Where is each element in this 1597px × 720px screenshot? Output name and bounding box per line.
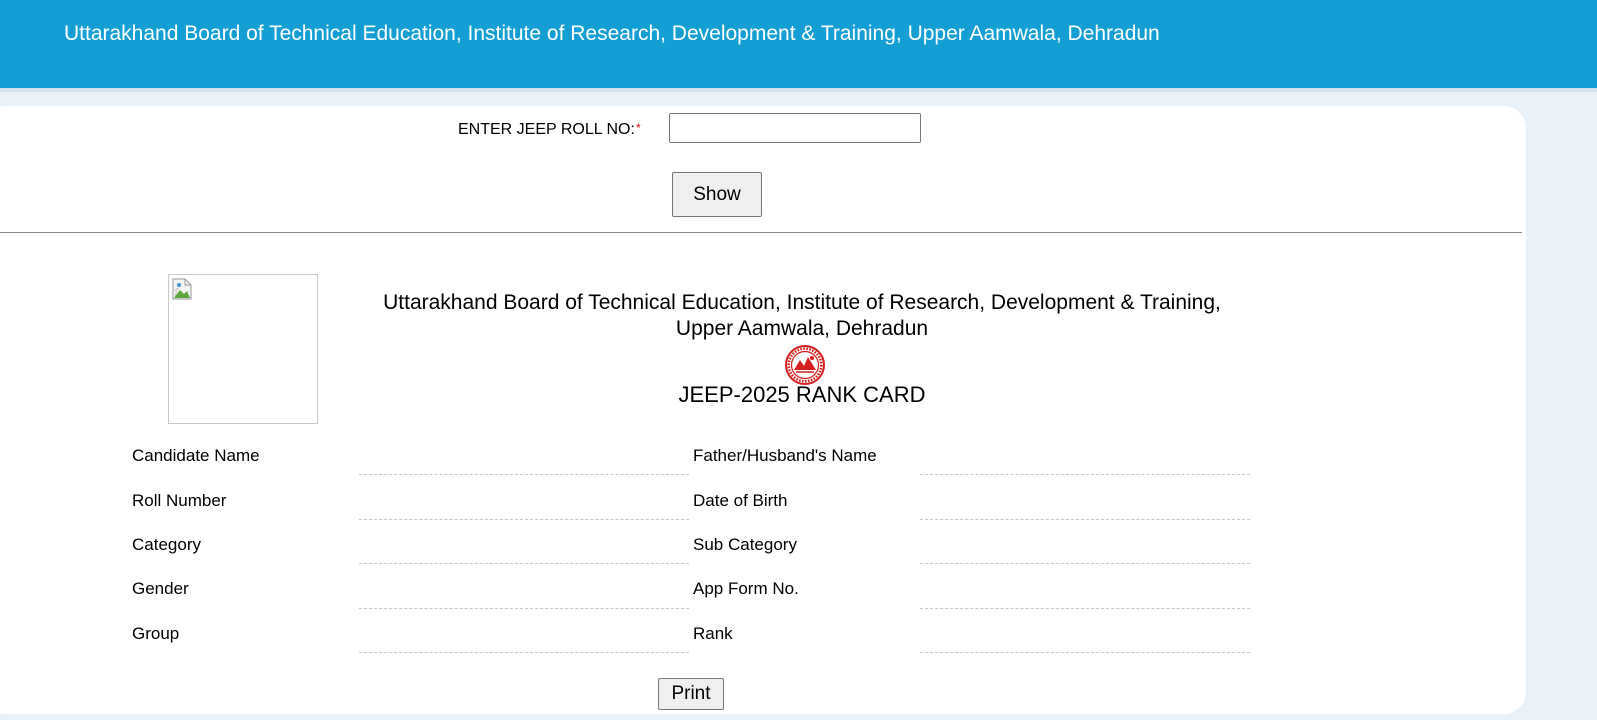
print-button[interactable]: Print xyxy=(658,678,724,710)
section-divider xyxy=(0,232,1522,233)
roll-number-input[interactable] xyxy=(669,113,921,143)
father-husband-name-label: Father/Husband's Name xyxy=(693,446,877,465)
header-title: Uttarakhand Board of Technical Education… xyxy=(64,22,1160,45)
date-of-birth-value xyxy=(920,519,1250,520)
group-label: Group xyxy=(132,624,180,643)
board-seal-icon xyxy=(785,345,825,385)
roll-number-label-text: ENTER JEEP ROLL NO: xyxy=(458,121,635,138)
rank-label: Rank xyxy=(693,624,733,643)
roll-number-field-label: Roll Number xyxy=(132,491,227,510)
sub-category-value xyxy=(920,563,1250,564)
date-of-birth-label: Date of Birth xyxy=(693,491,788,510)
sub-category-label: Sub Category xyxy=(693,535,797,554)
category-label: Category xyxy=(132,535,201,554)
show-button[interactable]: Show xyxy=(672,172,762,217)
gender-value xyxy=(359,608,689,609)
rank-card-title: JEEP-2025 RANK CARD xyxy=(678,382,926,407)
broken-image-icon xyxy=(172,278,192,300)
gender-label: Gender xyxy=(132,579,189,598)
roll-number-label: ENTER JEEP ROLL NO:* xyxy=(458,121,641,139)
rank-value xyxy=(920,652,1250,653)
site-header: Uttarakhand Board of Technical Education… xyxy=(0,0,1597,88)
roll-number-value xyxy=(359,519,689,520)
candidate-photo xyxy=(168,274,318,424)
category-value xyxy=(359,563,689,564)
app-form-no-label: App Form No. xyxy=(693,579,799,598)
father-husband-name-value xyxy=(920,474,1250,475)
candidate-name-value xyxy=(359,474,689,475)
header-shadow xyxy=(0,88,1597,92)
candidate-name-label: Candidate Name xyxy=(132,446,260,465)
group-value xyxy=(359,652,689,653)
app-form-no-value xyxy=(920,608,1250,609)
rank-card-org-name: Uttarakhand Board of Technical Education… xyxy=(383,291,1221,340)
required-marker: * xyxy=(635,121,641,135)
